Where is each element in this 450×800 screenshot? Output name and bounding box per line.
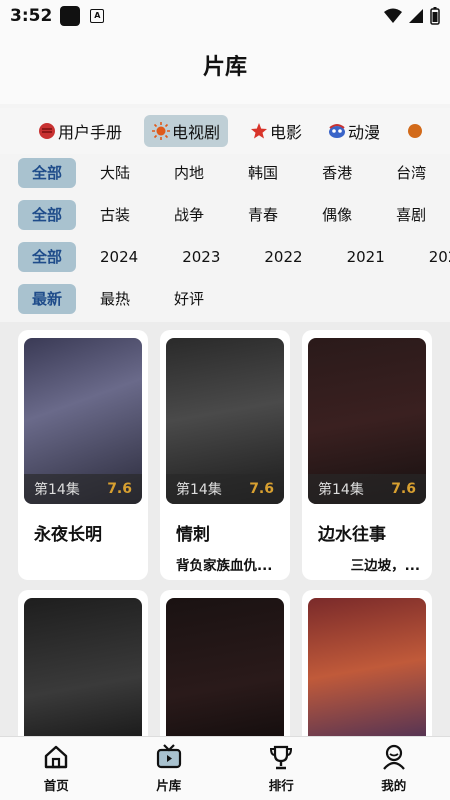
wifi-icon	[384, 8, 402, 23]
chip-sort-hot[interactable]: 最热	[90, 284, 140, 314]
chip-year[interactable]: 2023	[172, 242, 230, 272]
filter-genre: 全部 古装 战争 青春 偶像 喜剧 家	[0, 198, 450, 232]
chip-sort-latest[interactable]: 最新	[18, 284, 77, 314]
battery-icon	[430, 7, 440, 25]
chip-genre[interactable]: 战争	[164, 200, 214, 230]
card-title: 边水往事	[318, 525, 386, 545]
chip-region[interactable]: 台湾	[386, 158, 436, 188]
chip-genre[interactable]: 喜剧	[386, 200, 436, 230]
poster-image	[166, 598, 284, 736]
episode-badge: 第14集 7.6	[166, 474, 284, 504]
status-time: 3:52	[10, 6, 53, 26]
anime-icon	[329, 124, 346, 138]
chip-region[interactable]: 大陆	[90, 158, 140, 188]
nav-ranking[interactable]: 排行	[225, 737, 338, 800]
nav-library[interactable]: 片库	[113, 737, 226, 800]
chip-year-all[interactable]: 全部	[18, 242, 77, 272]
chip-genre-all[interactable]: 全部	[18, 200, 77, 230]
chip-year[interactable]: 2022	[254, 242, 312, 272]
tab-label: 电视剧	[172, 123, 221, 142]
episode-label: 第14集	[318, 482, 364, 498]
tab-user-manual[interactable]: 用户手册	[34, 115, 126, 147]
episode-label: 第14集	[176, 482, 222, 498]
chip-sort-rating[interactable]: 好评	[164, 284, 214, 314]
signal-icon	[409, 9, 423, 23]
bottom-nav: 首页 片库 排行 我的	[0, 736, 450, 800]
filter-year: 全部 2024 2023 2022 2021 2020	[0, 240, 450, 274]
drama-card[interactable]: 第14集 7.6 情刺 背负家族血仇...	[160, 330, 290, 580]
drama-card[interactable]	[18, 590, 148, 736]
score-label: 7.6	[107, 481, 132, 497]
tab-label: 动漫	[348, 123, 381, 142]
filter-sort: 最新 最热 好评	[0, 282, 450, 316]
card-subtitle: 三边坡，...	[350, 558, 420, 574]
chip-region[interactable]: 韩国	[238, 158, 288, 188]
chip-region-all[interactable]: 全部	[18, 158, 77, 188]
chip-region[interactable]: 内地	[164, 158, 214, 188]
nav-label: 首页	[43, 778, 69, 793]
chip-year[interactable]: 2021	[337, 242, 395, 272]
drama-card[interactable]: 第14集 7.6 边水往事 三边坡，...	[302, 330, 432, 580]
poster-image: 第14集 7.6	[24, 338, 142, 504]
tab-anime[interactable]: 动漫	[324, 115, 384, 147]
tab-more[interactable]	[402, 115, 428, 147]
tab-label: 用户手册	[58, 123, 123, 142]
drama-card[interactable]	[160, 590, 290, 736]
episode-badge: 第14集 7.6	[308, 474, 426, 504]
card-title: 永夜长明	[34, 525, 102, 545]
nav-label: 排行	[268, 778, 294, 793]
sun-icon	[152, 122, 171, 140]
trophy-icon	[270, 745, 293, 770]
tv-icon	[156, 744, 181, 769]
category-tabs: 用户手册 电视剧 电影 动漫	[0, 108, 450, 154]
more-category-icon	[408, 124, 423, 138]
drama-card[interactable]	[302, 590, 432, 736]
fist-icon	[39, 123, 55, 139]
chip-genre[interactable]: 青春	[238, 200, 288, 230]
poster-image	[308, 598, 426, 736]
star-icon	[251, 123, 268, 139]
score-label: 7.6	[249, 481, 274, 497]
poster-image: 第14集 7.6	[308, 338, 426, 504]
poster-image	[24, 598, 142, 736]
drama-card[interactable]: 第14集 7.6 永夜长明	[18, 330, 148, 580]
tab-label: 电影	[270, 123, 303, 142]
chip-year[interactable]: 2024	[90, 242, 148, 272]
nav-profile[interactable]: 我的	[338, 737, 450, 800]
nav-label: 片库	[156, 778, 182, 793]
chip-genre[interactable]: 古装	[90, 200, 140, 230]
a-notification-icon: A	[90, 9, 105, 23]
episode-label: 第14集	[34, 482, 80, 498]
poster-image: 第14集 7.6	[166, 338, 284, 504]
tab-movies[interactable]: 电影	[246, 115, 306, 147]
chip-genre[interactable]: 偶像	[312, 200, 362, 230]
tab-tv-series[interactable]: 电视剧	[144, 115, 229, 147]
card-subtitle: 背负家族血仇...	[176, 558, 273, 574]
home-icon	[45, 745, 68, 769]
episode-badge: 第14集 7.6	[24, 474, 142, 504]
filter-region: 全部 大陆 内地 韩国 香港 台湾 日	[0, 156, 450, 190]
nav-label: 我的	[381, 778, 407, 793]
user-icon	[382, 744, 405, 770]
score-label: 7.6	[391, 481, 416, 497]
nav-home[interactable]: 首页	[0, 737, 113, 800]
content-grid: 第14集 7.6 永夜长明 第14集 7.6 情刺 背负家族血仇... 第14集…	[0, 322, 450, 736]
page-title: 片库	[0, 32, 450, 104]
chip-region[interactable]: 香港	[312, 158, 362, 188]
status-bar: 3:52 A	[0, 0, 450, 32]
card-title: 情刺	[176, 525, 210, 545]
chip-year[interactable]: 2020	[419, 242, 450, 272]
app-notification-icon	[60, 6, 81, 26]
